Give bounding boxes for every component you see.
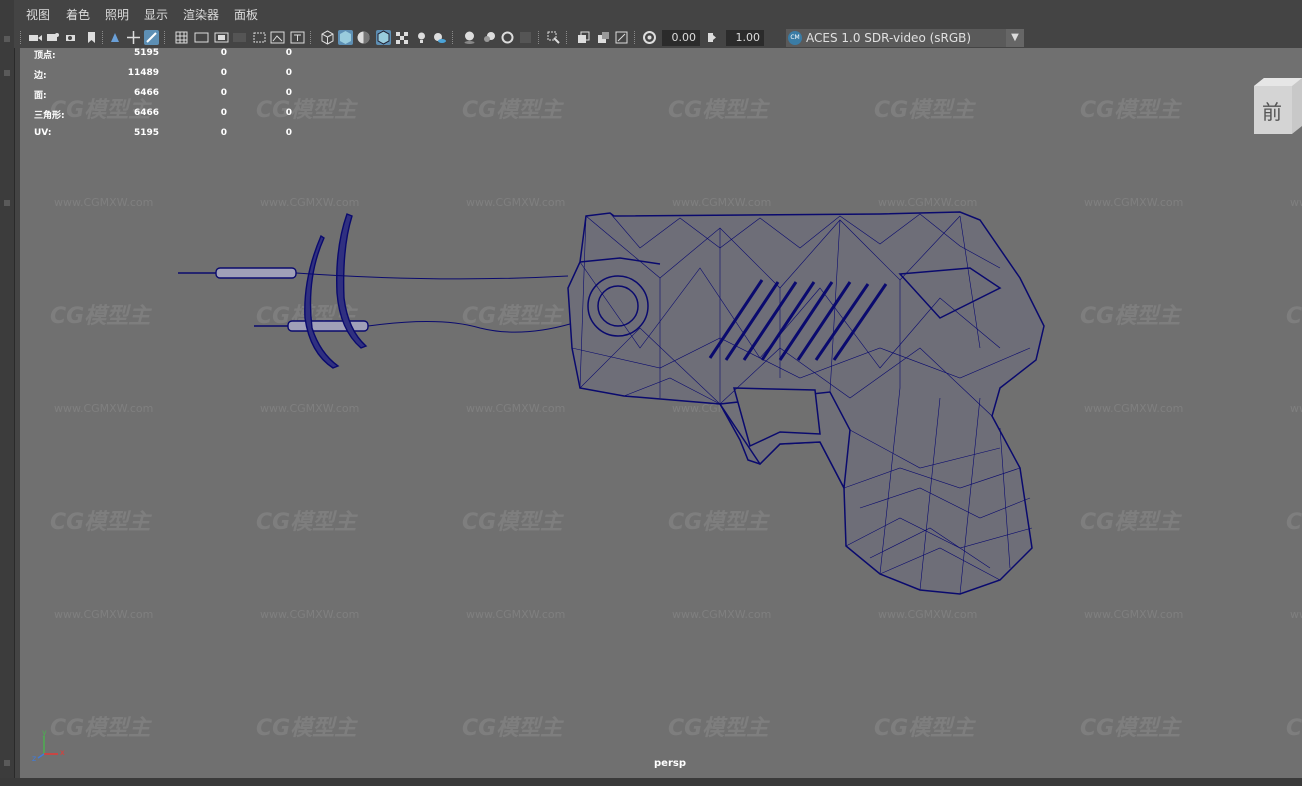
bookmark-icon[interactable]	[84, 30, 99, 45]
hud-row-edges: 边: 11489 0 0	[34, 68, 292, 81]
axis-z-label: z	[32, 754, 37, 763]
anti-aliasing-icon[interactable]	[500, 30, 515, 45]
exposure-field[interactable]: 0.00	[662, 30, 700, 46]
gate-mask-icon[interactable]	[232, 30, 247, 45]
color-management-icon[interactable]: CM	[788, 31, 802, 45]
hud-row-vertices: 顶点: 5195 0 0	[34, 48, 292, 61]
image-plane-icon[interactable]	[108, 30, 123, 45]
safe-title-icon[interactable]	[290, 30, 305, 45]
toolbar-separator	[20, 31, 23, 44]
depth-of-field-icon[interactable]	[518, 30, 533, 45]
toolbar-separator	[538, 31, 541, 44]
film-gate-icon[interactable]	[194, 30, 209, 45]
wireframe-on-shaded-icon[interactable]	[376, 30, 391, 45]
front-ring	[587, 275, 649, 337]
hud-row-uvs: UV: 5195 0 0	[34, 128, 292, 138]
dart-cartridges	[178, 213, 571, 369]
grease-pencil-icon[interactable]	[144, 30, 159, 45]
exposure-icon[interactable]	[642, 30, 657, 45]
left-side-panel	[0, 0, 15, 786]
menu-panels[interactable]: 面板	[234, 8, 258, 22]
gamma-icon[interactable]	[704, 30, 719, 45]
axis-gizmo	[37, 736, 58, 759]
dart-probe	[287, 320, 369, 332]
camera-icon[interactable]	[28, 30, 43, 45]
menu-shading[interactable]: 着色	[66, 8, 90, 22]
xray-icon[interactable]	[576, 30, 591, 45]
field-chart-icon[interactable]	[252, 30, 267, 45]
camera-lock-icon[interactable]	[64, 30, 79, 45]
menu-lighting[interactable]: 照明	[105, 8, 129, 22]
axis-x-label: x	[60, 748, 65, 757]
3d-viewport[interactable]: CG模型主 www.CGMXW.com CG模型主 www.CGMXW.com CG模型…	[20, 48, 1302, 778]
safe-action-icon[interactable]	[270, 30, 285, 45]
dart-probe	[215, 267, 297, 279]
toolbar-separator	[452, 31, 455, 44]
resolution-gate-icon[interactable]	[214, 30, 229, 45]
2d-pan-icon[interactable]	[126, 30, 141, 45]
axis-y-label: y	[42, 728, 47, 737]
dart-wire	[367, 320, 571, 333]
cartridge-blade	[304, 234, 340, 369]
scene-view	[37, 211, 1045, 759]
wireframe-icon[interactable]	[320, 30, 335, 45]
viewcube-front-label: 前	[1262, 100, 1282, 124]
gun-mesh	[567, 211, 1045, 595]
hud-row-faces: 面: 6466 0 0	[34, 88, 292, 101]
menu-renderer[interactable]: 渲染器	[183, 8, 219, 22]
grid-icon[interactable]	[174, 30, 189, 45]
panel-handle[interactable]	[4, 200, 10, 206]
toolbar-separator	[310, 31, 313, 44]
toolbar-separator	[566, 31, 569, 44]
xray-joints-icon[interactable]	[596, 30, 611, 45]
panel-collapse-handle[interactable]	[4, 36, 10, 42]
toolbar-separator	[102, 31, 105, 44]
color-space-label: ACES 1.0 SDR-video (sRGB)	[806, 31, 972, 45]
camera-attributes-icon[interactable]	[46, 30, 61, 45]
xray-components-icon[interactable]	[614, 30, 629, 45]
default-material-icon[interactable]	[356, 30, 371, 45]
hud-row-triangles: 三角形: 6466 0 0	[34, 108, 292, 121]
isolate-select-icon[interactable]	[546, 30, 561, 45]
motion-blur-icon[interactable]	[482, 30, 497, 45]
screen-space-ao-icon[interactable]	[462, 30, 477, 45]
panel-handle[interactable]	[4, 760, 10, 766]
viewcube[interactable]: 前	[1252, 78, 1302, 134]
menu-view[interactable]: 视图	[26, 8, 50, 22]
toolbar-separator	[634, 31, 637, 44]
color-space-dropdown[interactable]: CM ACES 1.0 SDR-video (sRGB) ▼	[786, 29, 1024, 47]
chevron-down-icon[interactable]: ▼	[1006, 29, 1024, 47]
gamma-field[interactable]: 1.00	[726, 30, 764, 46]
camera-name-label: persp	[654, 758, 686, 769]
toolbar-separator	[164, 31, 167, 44]
panel-toolbar: 0.00 1.00 CM ACES 1.0 SDR-video (sRGB) ▼	[14, 28, 1302, 48]
panel-handle[interactable]	[4, 70, 10, 76]
textured-icon[interactable]	[394, 30, 409, 45]
bottom-border	[0, 778, 1302, 786]
panel-menu-bar: 视图 着色 照明 显示 渲染器 面板	[14, 0, 1302, 28]
shadows-icon[interactable]	[432, 30, 447, 45]
smooth-shade-icon[interactable]	[338, 30, 353, 45]
menu-show[interactable]: 显示	[144, 8, 168, 22]
use-all-lights-icon[interactable]	[414, 30, 429, 45]
